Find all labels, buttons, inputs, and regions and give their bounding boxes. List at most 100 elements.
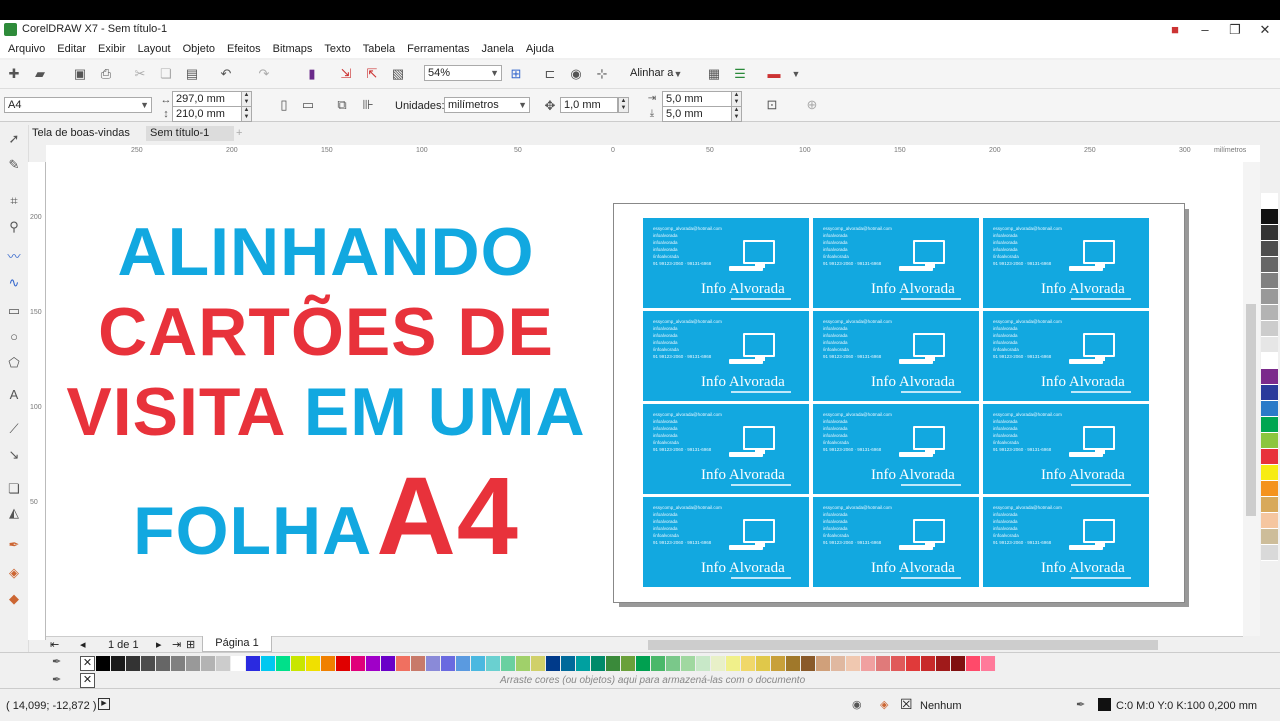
color-swatch[interactable] (981, 656, 996, 671)
business-card[interactable]: essycomp_alvorada@hotmail.com infoalvorad… (983, 404, 1149, 494)
palette-swatch[interactable] (1261, 545, 1278, 561)
color-swatch[interactable] (261, 656, 276, 671)
color-swatch[interactable] (336, 656, 351, 671)
menu-texto[interactable]: Texto (318, 40, 356, 58)
a4-page[interactable]: essycomp_alvorada@hotmail.com infoalvorad… (613, 203, 1185, 603)
launch-icon[interactable]: ▬ (766, 66, 782, 82)
color-proof-icon[interactable]: ◉ (852, 698, 862, 711)
color-swatch[interactable] (231, 656, 246, 671)
parallel-dimension-icon[interactable]: ⟋ (6, 421, 22, 437)
shape-tool-icon[interactable]: ✎ (6, 157, 22, 173)
smart-fill-icon[interactable]: ◆ (6, 591, 22, 607)
color-swatch[interactable] (711, 656, 726, 671)
color-swatch[interactable] (696, 656, 711, 671)
color-swatch[interactable] (411, 656, 426, 671)
units-select[interactable]: milímetros ▼ (444, 97, 530, 113)
menu-arquivo[interactable]: Arquivo (0, 40, 51, 58)
no-color-swatch[interactable]: ✕ (80, 656, 95, 671)
close-button[interactable]: ✕ (1250, 20, 1280, 40)
palette-swatch[interactable] (1261, 241, 1278, 257)
polygon-tool-icon[interactable]: ⬠ (6, 355, 22, 371)
duplicate-x-spinner[interactable]: ▲ ▼ (731, 91, 742, 107)
color-swatch[interactable] (876, 656, 891, 671)
menu-layout[interactable]: Layout (132, 40, 177, 58)
height-spinner[interactable]: ▲ ▼ (241, 106, 252, 122)
current-page-icon[interactable]: ⊪ (360, 97, 376, 113)
duplicate-y-field[interactable]: 5,0 mm (662, 106, 732, 122)
palette-swatch[interactable] (1261, 305, 1278, 321)
business-card[interactable]: essycomp_alvorada@hotmail.com infoalvorad… (983, 497, 1149, 587)
align-to-button[interactable]: Alinhar a (630, 67, 673, 79)
business-card[interactable]: essycomp_alvorada@hotmail.com infoalvorad… (643, 218, 809, 308)
menu-janela[interactable]: Janela (475, 40, 519, 58)
color-swatch[interactable] (306, 656, 321, 671)
headline-line-4[interactable]: FOLHA A4 (46, 462, 606, 606)
rulers-icon[interactable]: ⊏ (542, 66, 558, 82)
import-icon[interactable]: ⇲ (338, 66, 354, 82)
eyedropper-icon[interactable]: ✒ (52, 655, 61, 668)
next-page-icon[interactable]: ▸ (156, 638, 162, 651)
color-swatch[interactable] (771, 656, 786, 671)
connector-tool-icon[interactable]: ↘ (6, 447, 22, 463)
palette-swatch[interactable] (1261, 337, 1278, 353)
palette-swatch[interactable] (1261, 433, 1278, 449)
color-swatch[interactable] (531, 656, 546, 671)
restore-button[interactable]: ❐ (1220, 20, 1250, 40)
menu-bitmaps[interactable]: Bitmaps (267, 40, 319, 58)
color-swatch[interactable] (576, 656, 591, 671)
tab-untitled[interactable]: Sem título-1 (146, 126, 234, 141)
color-swatch[interactable] (831, 656, 846, 671)
welcome-screen-icon[interactable]: ▦ (706, 66, 722, 82)
page-tab[interactable]: Página 1 (202, 636, 272, 652)
drop-shadow-icon[interactable]: ❏ (6, 481, 22, 497)
color-swatch[interactable] (786, 656, 801, 671)
color-swatch[interactable] (546, 656, 561, 671)
color-swatch[interactable] (891, 656, 906, 671)
business-card[interactable]: essycomp_alvorada@hotmail.com infoalvorad… (643, 497, 809, 587)
zoom-tool-icon[interactable]: ⚲ (6, 219, 22, 235)
color-swatch[interactable] (276, 656, 291, 671)
palette-swatch[interactable] (1261, 401, 1278, 417)
business-card[interactable]: essycomp_alvorada@hotmail.com infoalvorad… (813, 404, 979, 494)
vertical-scrollbar-thumb[interactable] (1246, 304, 1256, 516)
open-folder-icon[interactable]: ▰ (32, 66, 48, 82)
options-icon[interactable]: ☰ (732, 66, 748, 82)
color-swatch[interactable] (291, 656, 306, 671)
first-page-icon[interactable]: ⇤ (50, 638, 59, 651)
color-swatch[interactable] (951, 656, 966, 671)
color-swatch[interactable] (156, 656, 171, 671)
full-screen-icon[interactable]: ⊞ (508, 66, 524, 82)
palette-swatch[interactable] (1261, 273, 1278, 289)
align-dropdown-icon[interactable]: ▼ (670, 66, 686, 82)
width-spinner[interactable]: ▲ ▼ (241, 91, 252, 107)
palette-swatch[interactable] (1261, 465, 1278, 481)
palette-swatch[interactable] (1261, 513, 1278, 529)
palette-swatch[interactable] (1261, 369, 1278, 385)
color-swatch[interactable] (366, 656, 381, 671)
artistic-media-icon[interactable]: ∿ (6, 275, 22, 291)
palette-swatch[interactable] (1261, 225, 1278, 241)
palette-swatch[interactable] (1261, 481, 1278, 497)
business-card[interactable]: essycomp_alvorada@hotmail.com infoalvorad… (813, 218, 979, 308)
headline-line-1[interactable]: ALINHANDO (46, 214, 606, 290)
palette-swatch[interactable] (1261, 321, 1278, 337)
print-icon[interactable]: ⎙ (98, 66, 114, 82)
pick-tool-icon[interactable]: ➚ (6, 131, 22, 147)
color-swatch[interactable] (726, 656, 741, 671)
tab-welcome[interactable]: Tela de boas-vindas (28, 126, 150, 141)
doc-eyedropper-icon[interactable]: ✒ (52, 673, 61, 686)
view-icon[interactable]: ◉ (568, 66, 584, 82)
search-content-icon[interactable]: ▮ (304, 66, 320, 82)
color-swatch[interactable] (441, 656, 456, 671)
page-height-field[interactable]: 210,0 mm (172, 106, 242, 122)
color-swatch[interactable] (246, 656, 261, 671)
color-swatch[interactable] (351, 656, 366, 671)
color-swatch[interactable] (561, 656, 576, 671)
text-tool-icon[interactable]: A (6, 387, 22, 403)
copy-icon[interactable]: ❏ (158, 66, 174, 82)
ellipse-tool-icon[interactable]: ○ (6, 329, 22, 345)
interactive-fill-icon[interactable]: ◈ (6, 565, 22, 581)
palette-swatch[interactable] (1261, 257, 1278, 273)
redo-icon[interactable]: ↷ (256, 66, 272, 82)
color-swatch[interactable] (741, 656, 756, 671)
